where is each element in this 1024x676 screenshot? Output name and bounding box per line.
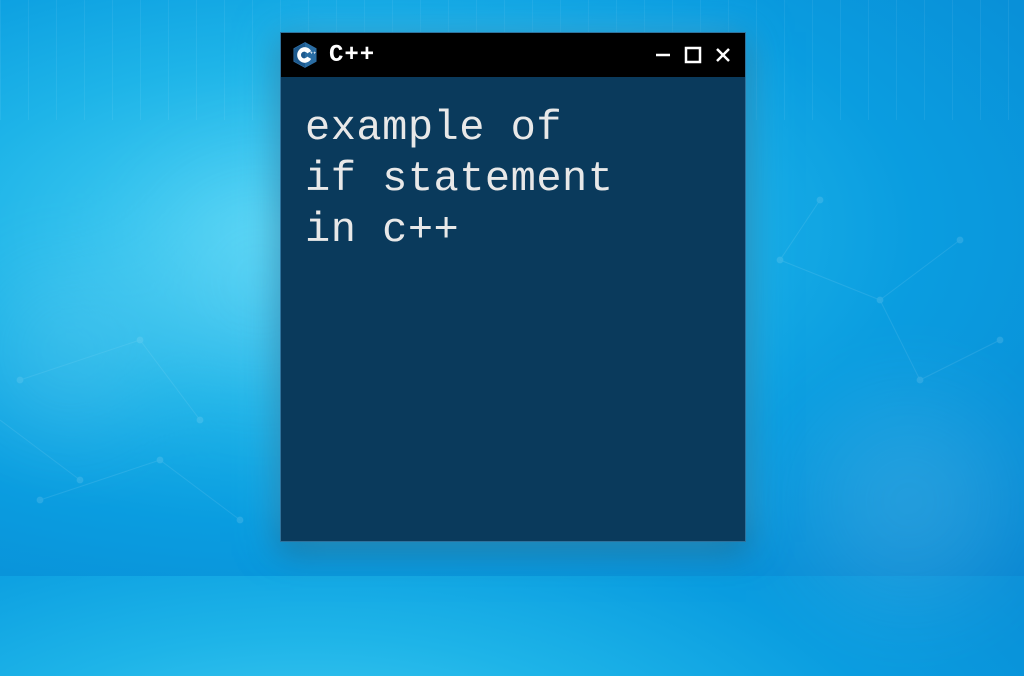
window-titlebar[interactable]: + + C++ (281, 33, 745, 77)
maximize-button[interactable] (681, 43, 705, 67)
svg-text:+: + (313, 51, 316, 56)
window-title: C++ (329, 42, 375, 69)
cpp-logo-icon: + + (291, 41, 319, 69)
terminal-text: example of if statement in c++ (305, 103, 721, 257)
window-controls (651, 43, 735, 67)
minimize-button[interactable] (651, 43, 675, 67)
terminal-body: example of if statement in c++ (281, 77, 745, 541)
maximize-icon (683, 45, 703, 65)
close-icon (713, 45, 733, 65)
minimize-icon (653, 45, 673, 65)
close-button[interactable] (711, 43, 735, 67)
terminal-window: + + C++ example of i (280, 32, 746, 542)
svg-text:+: + (310, 51, 313, 56)
